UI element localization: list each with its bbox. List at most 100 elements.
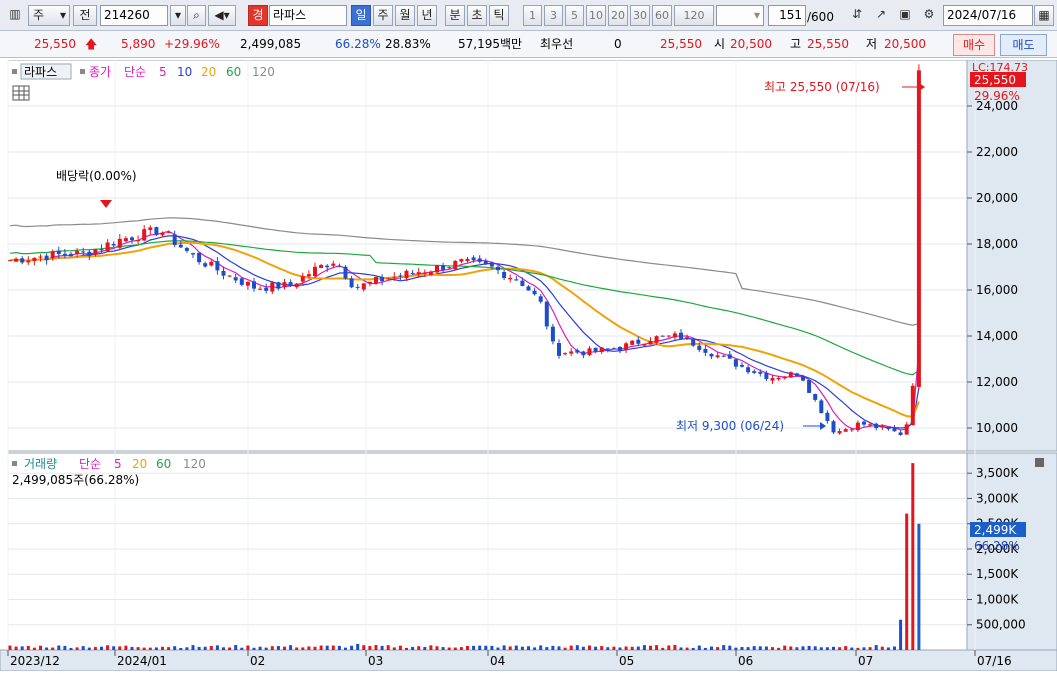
interval-60-button[interactable]: 60 [652,5,672,26]
candle-body [8,260,12,262]
candle-settings-icon[interactable]: ⇵ [848,5,866,26]
period-day-button[interactable]: 일 [351,5,371,26]
candle-body [825,412,830,421]
volume-bar [551,645,555,650]
candle-body [239,278,244,285]
volume-bar [319,645,323,650]
candle-body [849,429,854,431]
x-tick-label: 04 [490,654,505,668]
interval-30-button[interactable]: 30 [630,5,650,26]
volume-bar [569,645,573,650]
volume-bar [26,645,30,650]
candle-body [154,227,159,236]
candle-body [837,431,842,434]
candle-body [453,260,458,270]
interval-5-button[interactable]: 5 [565,5,584,26]
candle-body [56,250,61,255]
volume-bar [612,646,616,650]
date-input[interactable]: 2024/07/16 [943,5,1033,26]
candle-body [14,258,19,262]
candle-body [550,326,555,342]
period-second-button[interactable]: 초 [467,5,487,26]
stock-code-input[interactable]: 214260 [100,5,168,26]
period-week-button[interactable]: 주 [373,5,393,26]
interval-120-button[interactable]: 120 [674,5,714,26]
volume-bar [325,645,329,650]
chart-area[interactable]: 24,000 22,000 20,000 18,000 16,000 14,000 12,0… [0,59,1057,672]
x-tick-label: 02 [250,654,265,668]
volume-bar [429,645,433,650]
candle-body [874,423,879,429]
interval-custom-input[interactable]: ▾ [716,5,764,26]
volume-bar [588,645,591,650]
period-tick-button[interactable]: 틱 [489,5,509,26]
x-tick-label: 06 [738,654,753,668]
candle-body [544,301,549,327]
stock-label-button[interactable]: 전 [73,5,97,26]
candle-body [441,265,446,270]
open-label: 시 [714,37,726,51]
candle-body [916,70,921,388]
candle-body [294,283,299,288]
sell-button[interactable]: 매도 [1000,34,1047,56]
volume-bar [441,647,445,650]
candle-body [862,421,866,425]
search-button[interactable]: ⌕ [187,5,206,26]
price-volume-chart[interactable]: 24,00022,00020,00018,00016,00014,00012,0… [0,59,1057,672]
buy-button[interactable]: 매수 [953,34,995,56]
x-tick-label: 05 [619,654,634,668]
bars-count-input[interactable]: 151 [768,5,806,26]
indicator-icon[interactable]: ↗ [872,5,890,26]
candle-body [355,286,360,288]
candle-body [148,227,153,230]
candle-body [32,257,37,261]
volume-bar [795,647,799,650]
calendar-button[interactable]: ▦ [1034,5,1054,26]
volume-bar [874,645,878,650]
search-icon: ⌕ [193,8,200,22]
legend-bullet-icon [80,69,85,74]
candle-body [386,278,391,280]
legend-collapse-icon [12,461,17,466]
volume-bar [228,647,232,650]
candle-body [483,260,488,264]
candle-body [831,421,836,433]
candle-body [313,266,317,277]
code-dropdown-button[interactable]: ▾ [170,5,186,26]
volume-bar [179,647,183,650]
period-minute-button[interactable]: 분 [445,5,465,26]
candle-body [117,238,122,248]
x-tick-label: 2023/12 [10,654,60,668]
sound-button[interactable]: ◀▾ [208,5,236,26]
interval-10-button[interactable]: 10 [586,5,606,26]
window-icon[interactable]: ▥ [6,5,24,26]
candle-body [50,251,55,259]
interval-3-button[interactable]: 3 [544,5,563,26]
open-price: 20,500 [730,37,772,51]
interval-1-button[interactable]: 1 [523,5,542,26]
stock-name-field[interactable]: 라파스 [269,5,347,26]
price-tick-label: 20,000 [976,191,1018,205]
volume-bar [252,647,256,650]
volume-bar [380,645,384,650]
candle-body [630,340,635,345]
period-year-button[interactable]: 년 [417,5,437,26]
save-icon[interactable]: ▣ [896,5,914,26]
price-change: 5,890 [121,37,156,51]
price-tick-label: 22,000 [976,145,1018,159]
candle-body [721,355,726,357]
candle-body [489,262,494,267]
volume-panel-close-icon[interactable] [1035,458,1044,467]
candle-body [782,376,787,379]
volume-bar [728,645,732,650]
market-select[interactable]: 주 ▾ [28,5,70,26]
chevron-down-icon: ▾ [59,8,66,22]
candle-body [172,234,177,246]
volume-bar [39,645,42,650]
volume-bar [75,647,79,650]
ask-price: 25,550 [660,37,702,51]
gear-icon[interactable]: ⚙ [920,5,938,26]
period-month-button[interactable]: 월 [395,5,415,26]
candle-body [672,333,677,338]
interval-20-button[interactable]: 20 [608,5,628,26]
